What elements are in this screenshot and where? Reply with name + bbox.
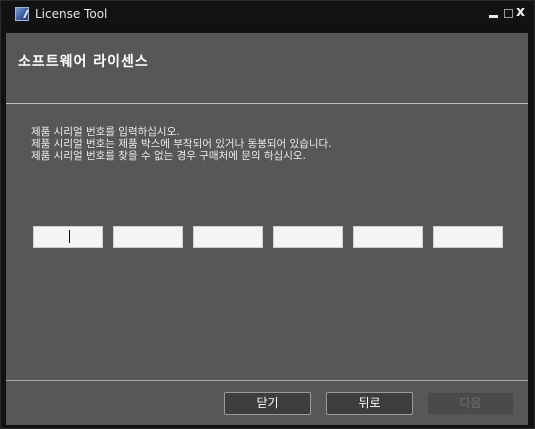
close-button[interactable]: 닫기 [224,392,311,415]
serial-field-1-wrap [33,226,103,248]
minimize-button[interactable] [487,6,501,20]
maximize-icon [504,9,513,18]
header-divider [6,103,528,104]
license-app-icon [15,7,29,21]
minimize-icon [489,15,498,18]
serial-field-5[interactable] [353,226,423,248]
text-caret [69,230,70,243]
serial-field-4[interactable] [273,226,343,248]
instructions-text: 제품 시리얼 번호를 입력하십시오. 제품 시리얼 번호는 제품 박스에 부착되… [31,126,332,162]
license-tool-window: License Tool x 소프트웨어 라이센스 제품 시리얼 번호를 입력하… [0,0,535,429]
serial-field-3[interactable] [193,226,263,248]
instruction-line-2: 제품 시리얼 번호는 제품 박스에 부착되어 있거나 동봉되어 있습니다. [31,138,332,150]
serial-field-1[interactable] [33,226,103,248]
maximize-button[interactable] [502,6,516,20]
serial-field-6[interactable] [433,226,503,248]
footer-divider [6,380,528,381]
title-bar[interactable]: License Tool x [1,1,534,29]
license-panel: 소프트웨어 라이센스 제품 시리얼 번호를 입력하십시오. 제품 시리얼 번호는… [6,33,528,425]
close-window-button[interactable]: x [516,4,530,20]
window-title: License Tool [35,7,108,21]
next-button[interactable]: 다음 [427,392,514,415]
page-title: 소프트웨어 라이센스 [18,54,149,70]
serial-field-2[interactable] [113,226,183,248]
instruction-line-3: 제품 시리얼 번호를 찾을 수 없는 경우 구매처에 문의 하십시오. [31,150,306,162]
close-icon: x [516,4,526,20]
instruction-line-1: 제품 시리얼 번호를 입력하십시오. [31,126,180,138]
back-button[interactable]: 뒤로 [326,392,413,415]
